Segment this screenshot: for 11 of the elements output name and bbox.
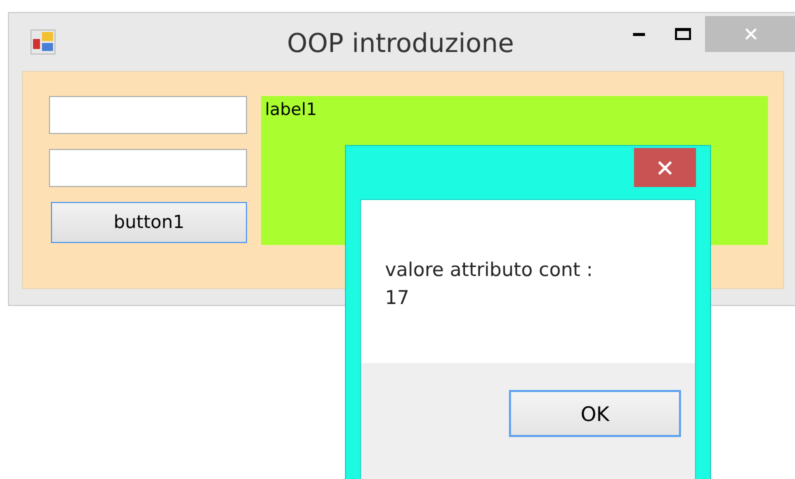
close-button[interactable] [634,148,696,187]
text-field[interactable] [49,96,247,134]
close-icon [744,27,758,41]
text-field[interactable] [49,149,247,187]
ok-button[interactable]: OK [509,390,681,437]
close-icon [657,160,673,176]
button1[interactable]: button1 [51,202,247,243]
message-text: valore attributo cont : [385,258,594,283]
value-text: 17 [385,286,410,311]
app-icon [30,29,56,55]
window-title: OOP introduzione [287,28,514,61]
